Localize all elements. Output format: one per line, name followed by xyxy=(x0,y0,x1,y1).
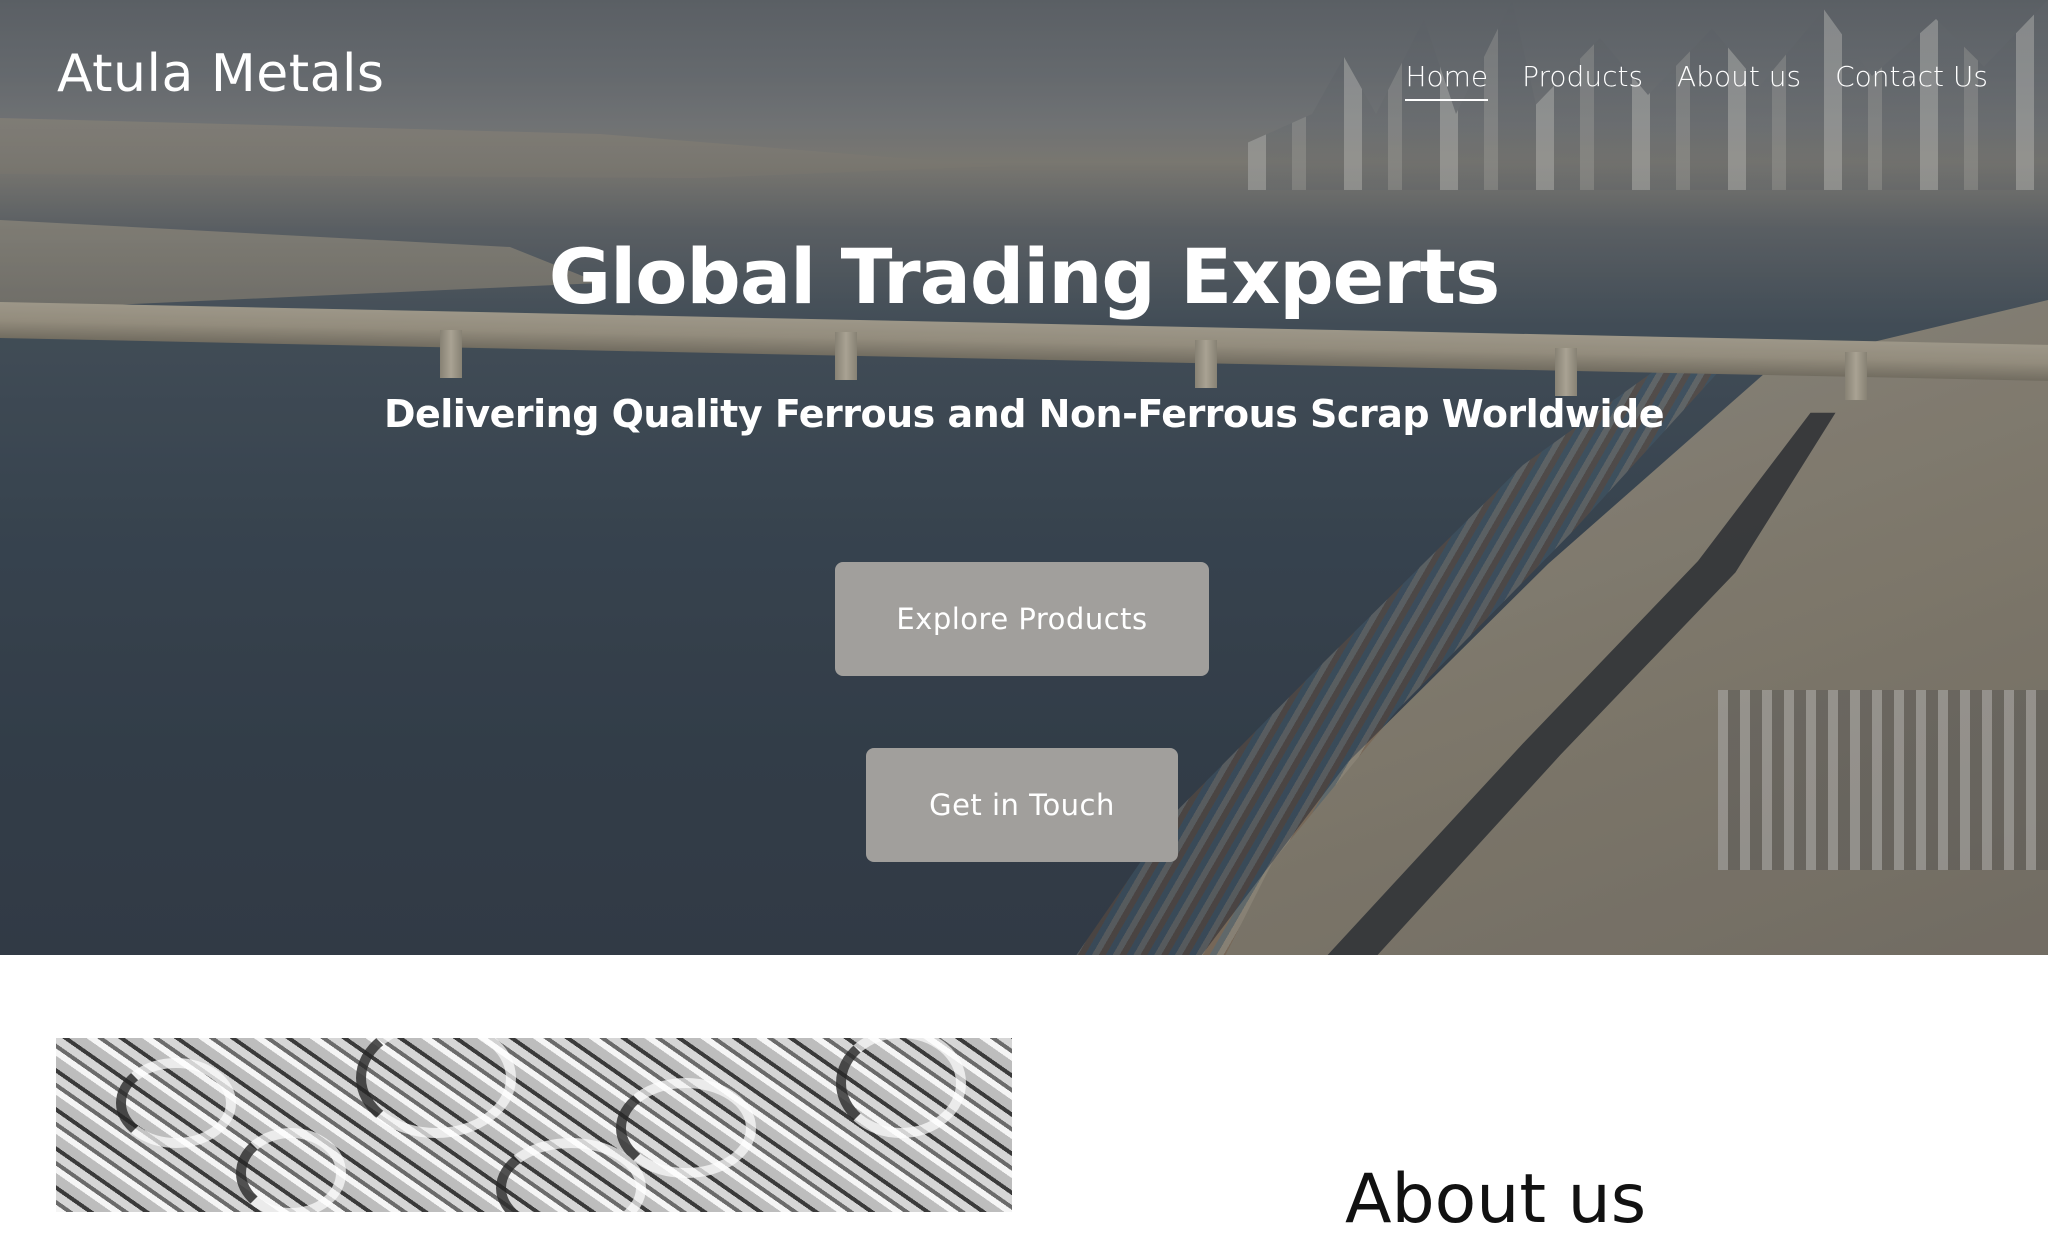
get-in-touch-button[interactable]: Get in Touch xyxy=(866,748,1178,862)
main-nav: Home Products About us Contact Us xyxy=(1405,60,1988,101)
site-logo[interactable]: Atula Metals xyxy=(57,44,385,104)
nav-item-home[interactable]: Home xyxy=(1405,60,1488,101)
hero-title: Global Trading Experts xyxy=(548,232,1500,321)
explore-products-button[interactable]: Explore Products xyxy=(835,562,1209,676)
scrap-metal-image xyxy=(56,1038,1012,1212)
about-section-heading: About us xyxy=(1345,1160,1647,1239)
hero-section: Atula Metals Home Products About us Cont… xyxy=(0,0,2048,955)
nav-item-contact-us[interactable]: Contact Us xyxy=(1835,60,1988,101)
nav-item-about-us[interactable]: About us xyxy=(1677,60,1801,101)
hero-subtitle: Delivering Quality Ferrous and Non-Ferro… xyxy=(383,392,1665,436)
nav-item-products[interactable]: Products xyxy=(1522,60,1643,101)
